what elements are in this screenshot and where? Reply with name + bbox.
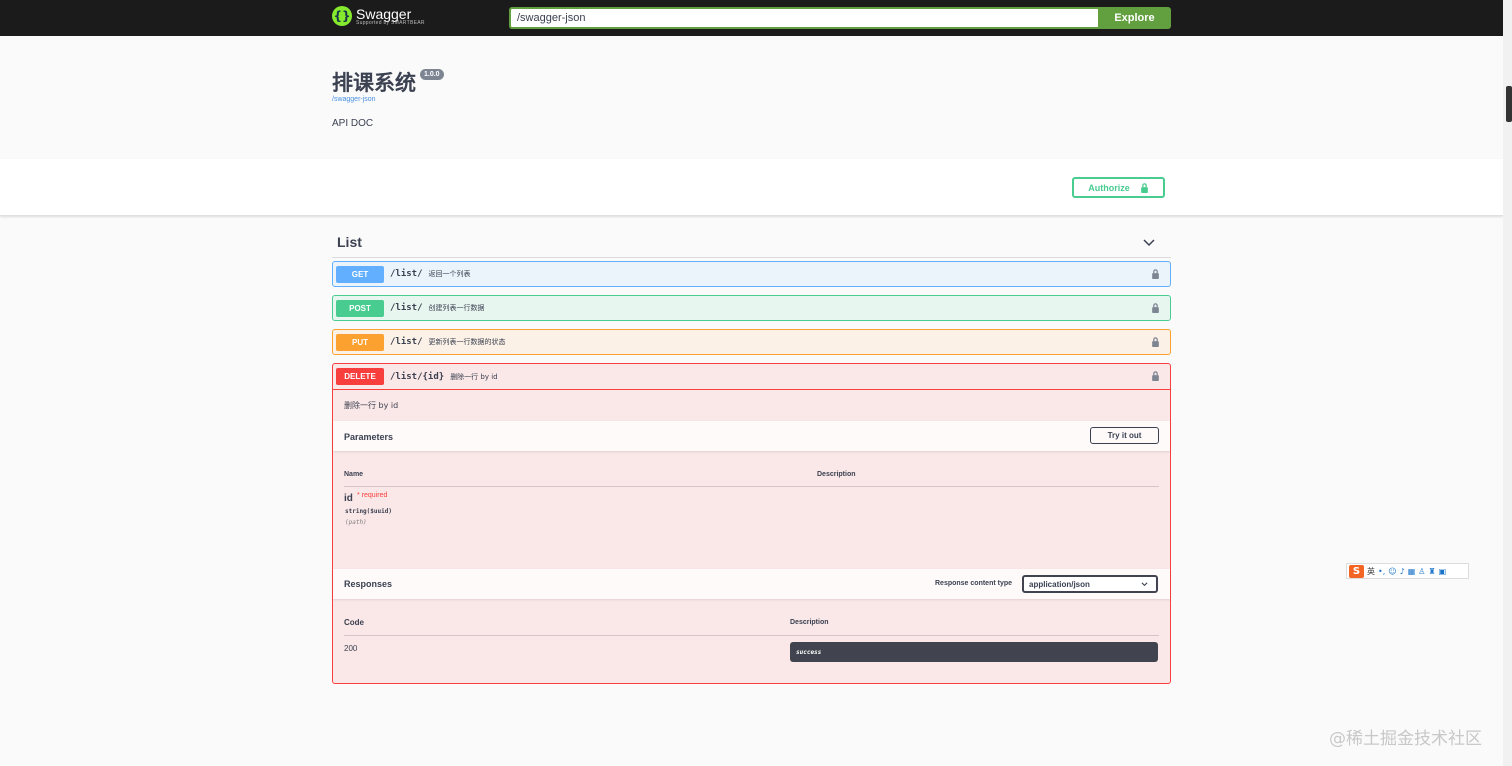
toolbox-icon[interactable]: ▣	[1439, 567, 1447, 576]
op-summary: 更新列表一行数据的状态	[428, 338, 506, 346]
param-col-name: Name	[344, 471, 364, 478]
lock-icon[interactable]	[1151, 303, 1160, 313]
opblock-delete-summary[interactable]: DELETE /list/{id} 删除一行 by id	[333, 364, 1170, 390]
response-col-description: Description	[790, 619, 829, 626]
logo-title: Swagger	[356, 5, 412, 22]
page-title: 排课系统	[332, 71, 416, 95]
tag-title[interactable]: List	[337, 234, 362, 250]
op-path: /list/{id}	[390, 371, 445, 382]
info-section	[0, 36, 1503, 159]
param-col-description: Description	[817, 471, 856, 478]
response-divider	[344, 635, 1159, 636]
opblock-put[interactable]: PUT /list/ 更新列表一行数据的状态	[332, 329, 1171, 355]
parameters-header: Parameters	[333, 421, 1170, 451]
op-summary: 删除一行 by id	[450, 372, 498, 381]
lock-icon[interactable]	[1151, 371, 1160, 381]
method-badge: POST	[336, 299, 384, 317]
opblock-get[interactable]: GET /list/ 返回一个列表	[332, 261, 1171, 287]
swagger-logo-icon: {}	[332, 6, 352, 26]
op-path: /list/	[390, 337, 423, 347]
try-it-out-button[interactable]: Try it out	[1090, 427, 1159, 444]
opblock-post[interactable]: POST /list/ 创建列表一行数据	[332, 295, 1171, 321]
user-icon[interactable]: ♙	[1418, 567, 1425, 576]
chevron-down-icon	[1141, 582, 1148, 587]
content-type-value: application/json	[1029, 579, 1090, 589]
op-path: /list/	[390, 269, 423, 279]
op-path: /list/	[390, 303, 423, 313]
explore-button[interactable]: Explore	[1098, 7, 1171, 29]
param-required: * required	[357, 492, 388, 499]
scrollbar-thumb[interactable]	[1506, 86, 1512, 122]
parameters-title: Parameters	[344, 432, 394, 442]
lock-icon	[1140, 182, 1148, 193]
response-col-code: Code	[344, 618, 364, 627]
content-type-select[interactable]: application/json	[1022, 575, 1158, 593]
tag-divider	[332, 257, 1171, 258]
api-description: API DOC	[332, 118, 374, 129]
lock-icon[interactable]	[1151, 337, 1160, 347]
param-in: (path)	[345, 519, 367, 526]
param-divider	[344, 486, 1159, 487]
method-badge: PUT	[336, 333, 384, 351]
param-name: id	[344, 493, 353, 504]
authorize-button[interactable]: Authorize	[1072, 177, 1165, 198]
skin-icon[interactable]: ♜	[1428, 567, 1435, 576]
responses-title: Responses	[344, 579, 393, 589]
swagger-logo[interactable]: {} Swagger Supported by SMARTBEAR	[332, 6, 425, 26]
ime-toolbar[interactable]: S 英 •, ☺ ♪ ▦ ♙ ♜ ▣	[1346, 563, 1469, 579]
ime-lang-toggle[interactable]: 英	[1367, 566, 1375, 577]
response-description: success	[790, 642, 1158, 662]
spec-url-input[interactable]	[509, 7, 1099, 29]
chevron-down-icon[interactable]	[1143, 236, 1155, 248]
op-summary: 返回一个列表	[428, 270, 471, 278]
emoji-icon[interactable]: ☺	[1388, 567, 1396, 576]
response-code: 200	[344, 644, 358, 653]
authorize-label: Authorize	[1088, 182, 1130, 193]
op-description: 删除一行 by id	[344, 401, 399, 410]
op-summary: 创建列表一行数据	[428, 304, 485, 312]
scheme-container	[0, 159, 1503, 216]
spec-link[interactable]: /swagger-json	[332, 96, 376, 103]
param-type: string($uuid)	[345, 508, 392, 515]
watermark: @稀土掘金技术社区	[1329, 729, 1482, 749]
sogou-ime-icon[interactable]: S	[1349, 564, 1364, 578]
opblock-delete: DELETE /list/{id} 删除一行 by id 删除一行 by id …	[332, 363, 1171, 684]
microphone-icon[interactable]: ♪	[1400, 567, 1405, 576]
content-type-label: Response content type	[935, 580, 1013, 587]
method-badge: GET	[336, 265, 384, 283]
lock-icon[interactable]	[1151, 269, 1160, 279]
version-badge: 1.0.0	[420, 69, 444, 80]
logo-subtitle: Supported by SMARTBEAR	[356, 19, 425, 26]
keyboard-icon[interactable]: ▦	[1408, 567, 1416, 576]
punctuation-icon[interactable]: •,	[1378, 567, 1385, 576]
method-badge: DELETE	[336, 368, 384, 385]
